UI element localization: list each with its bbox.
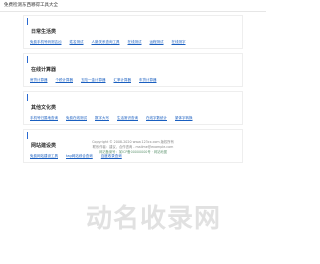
tool-link[interactable]: 在线测字 (172, 39, 186, 45)
section-title: 在线计算器 (31, 67, 57, 73)
tool-link[interactable]: 车贷计算器 (139, 77, 157, 83)
section-accent-bar (27, 18, 28, 25)
section-title: 其他文化类 (31, 105, 57, 111)
tool-link[interactable]: 五险一金计算器 (81, 77, 106, 83)
section-calculators: 在线计算器 房贷计算器 个税计算器 五险一金计算器 汇率计算器 车贷计算器 (23, 53, 243, 87)
tool-link[interactable]: 房贷计算器 (30, 77, 48, 83)
page: 免费检测东西哪得工具大全 日常生活类 免费手机号码测吉凶 姓名测试 人脉关系查询… (0, 0, 266, 264)
link-list: 免费手机号码测吉凶 姓名测试 人脉关系查询工具 在线测试 运程测试 在线测字 (27, 39, 239, 45)
tool-link[interactable]: 免费手机号码测吉凶 (30, 39, 62, 45)
watermark-logo: 动名收录网 (86, 203, 222, 234)
tool-link[interactable]: 汇率计算器 (114, 77, 132, 83)
tool-link[interactable]: 生活常识查询 (117, 115, 138, 121)
link-list: 手机号归属地查询 免费在线测试 数字大写 生活常识查询 在线字数统计 繁体字转换 (27, 115, 239, 121)
tool-link[interactable]: 在线测试 (128, 39, 142, 45)
tool-link[interactable]: 手机号归属地查询 (30, 115, 58, 121)
section-daily-life: 日常生活类 免费手机号码测吉凶 姓名测试 人脉关系查询工具 在线测试 运程测试 … (23, 15, 243, 49)
footer: Copyright © 2008-2020 www.123cx.com 版权所有… (0, 140, 266, 155)
footer-beian-link[interactable]: 网站备案号：某ICP备00000000号 · 网站地图 (0, 150, 266, 155)
tool-link[interactable]: 在线字数统计 (146, 115, 167, 121)
section-title: 日常生活类 (31, 29, 57, 35)
header-title: 免费检测东西哪得工具大全 (4, 3, 58, 8)
tool-link[interactable]: 数字大写 (95, 115, 109, 121)
tool-link[interactable]: 繁体字转换 (175, 115, 193, 121)
link-list: 房贷计算器 个税计算器 五险一金计算器 汇率计算器 车贷计算器 (27, 77, 239, 83)
tool-link[interactable]: 免费在线测试 (66, 115, 87, 121)
tool-link[interactable]: 人脉关系查询工具 (92, 39, 120, 45)
section-accent-bar (27, 56, 28, 63)
tool-link[interactable]: 运程测试 (150, 39, 164, 45)
section-accent-bar (27, 132, 28, 139)
tool-link[interactable]: 姓名测试 (70, 39, 84, 45)
section-other-culture: 其他文化类 手机号归属地查询 免费在线测试 数字大写 生活常识查询 在线字数统计… (23, 91, 243, 125)
section-accent-bar (27, 94, 28, 101)
tool-link[interactable]: 个税计算器 (56, 77, 74, 83)
